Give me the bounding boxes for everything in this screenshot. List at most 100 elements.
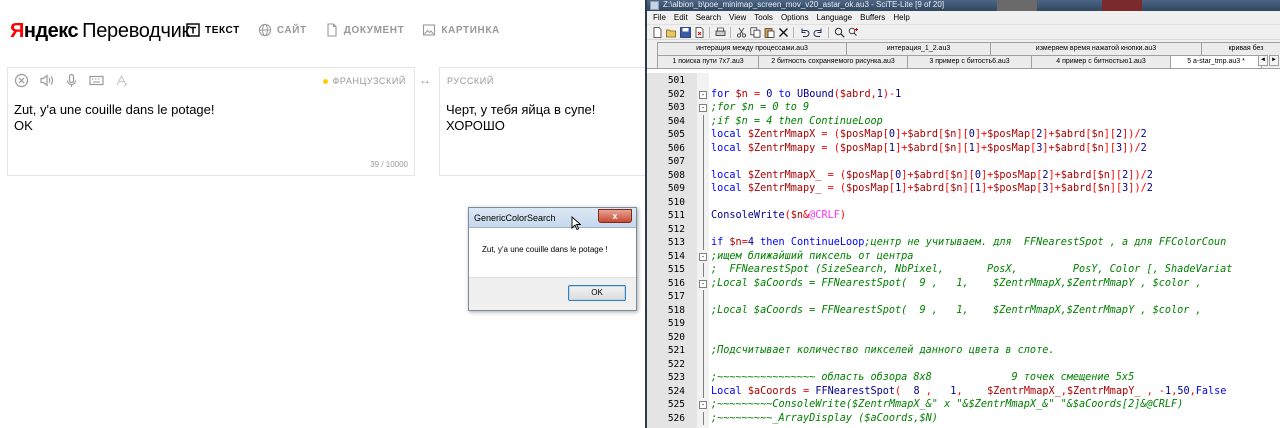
menu-edit[interactable]: Edit — [670, 11, 692, 24]
source-text-panel[interactable]: ФРАНЦУЗСКИЙ Zut, y'a une couille dans le… — [7, 67, 415, 176]
desktop: Яндекс Переводчик ТЕКСТ САЙТ ДОКУМЕНТ КА… — [0, 0, 1280, 428]
save-icon[interactable] — [679, 26, 691, 38]
code-line[interactable]: 510 — [647, 195, 1280, 209]
code-line[interactable]: 509 local $ZentrMmapy_ = ($posMap[1]+$abr… — [647, 182, 1280, 196]
tab-site[interactable]: САЙТ — [258, 23, 307, 37]
code-line[interactable]: 514 - ;ищем ближайший пиксель от центра — [647, 250, 1280, 264]
code-line[interactable]: 526 ;~~~~~~~~~_ArrayDisplay ($aCoords,$N) — [647, 411, 1280, 425]
menu-view[interactable]: View — [725, 11, 750, 24]
microphone-icon[interactable] — [64, 73, 79, 88]
open-folder-icon[interactable] — [665, 26, 677, 38]
delete-icon[interactable] — [777, 26, 789, 38]
ok-button[interactable]: OK — [568, 285, 626, 301]
fold-toggle-icon[interactable]: - — [699, 104, 707, 112]
dialog-titlebar[interactable]: GenericColorSearch x — [469, 208, 636, 228]
code-line[interactable]: 516 - ;Local $aCoords = FFNearestSpot( 9 ,… — [647, 277, 1280, 291]
tab-row-2: 1 поиска пути 7x7.au3 2 битность сохраня… — [657, 55, 1262, 68]
file-tab[interactable]: 3 пример с битость6.au3 — [907, 55, 1032, 68]
cut-icon[interactable] — [735, 26, 747, 38]
handwriting-icon[interactable] — [114, 73, 129, 88]
paste-icon[interactable] — [763, 26, 775, 38]
undo-icon[interactable] — [798, 26, 810, 38]
code-line[interactable]: 525 - ;~~~~~~~~~ConsoleWrite($ZentrMmapX_&… — [647, 398, 1280, 412]
code-line[interactable]: 504 ;if $n = 4 then ContinueLoop — [647, 114, 1280, 128]
menu-language[interactable]: Language — [813, 11, 857, 24]
code-line[interactable]: 519 — [647, 317, 1280, 331]
yandex-logo[interactable]: Яндекс Переводчик — [10, 20, 190, 44]
tab-document[interactable]: ДОКУМЕНТ — [325, 23, 405, 37]
find-icon[interactable] — [833, 26, 845, 38]
line-number: 518 — [667, 304, 685, 316]
code-line[interactable]: 508 local $ZentrMmapX_ = ($posMap[0]+$abr… — [647, 168, 1280, 182]
code-line[interactable]: 522 — [647, 357, 1280, 371]
code-line[interactable]: 512 — [647, 222, 1280, 236]
new-file-icon[interactable] — [651, 26, 663, 38]
fold-toggle-icon[interactable]: - — [699, 252, 707, 261]
source-text-input[interactable]: Zut, y'a une couille dans le potage! OK — [14, 102, 215, 134]
code-line[interactable]: 524 Local $aCoords = FFNearestSpot( 8 , 1… — [647, 384, 1280, 398]
code-line[interactable]: 506 local $ZentrMmapy = ($posMap[1]+$abrd… — [647, 141, 1280, 155]
code-line[interactable]: 503 - ;for $n = 0 to 9 — [647, 101, 1280, 115]
file-tab[interactable]: 4 пример с битностью1.au3 — [1031, 55, 1171, 68]
code-text: ; FFNearestSpot (SizeSearch, NbPixel, Po… — [711, 264, 1233, 275]
line-number: 523 — [667, 372, 685, 383]
code-editor[interactable]: 501 502- for $n = 0 to UBound($abrd,1)-1 50… — [647, 73, 1280, 428]
menu-options[interactable]: Options — [777, 11, 813, 24]
file-tab[interactable]: измеряем время нажатой кнопки.au3 — [990, 42, 1202, 55]
fold-guide-line — [703, 236, 704, 250]
code-line[interactable]: 513 if $n=4 then ContinueLoop;центр не уч… — [647, 236, 1280, 250]
code-line[interactable]: 521 ;Подсчитывает количество пикселей дан… — [647, 344, 1280, 358]
menu-help[interactable]: Help — [889, 11, 913, 24]
tab-scroll-right-button[interactable]: ► — [1269, 55, 1279, 66]
line-number: 522 — [667, 358, 685, 370]
menu-tools[interactable]: Tools — [750, 11, 777, 24]
swap-languages-button[interactable]: ↔ — [419, 73, 435, 87]
tab-scroll-buttons: ◄ ► — [1258, 55, 1279, 66]
tab-text[interactable]: ТЕКСТ — [186, 23, 240, 37]
line-number: 525 — [667, 399, 685, 410]
line-number: 512 — [667, 223, 685, 235]
redo-icon[interactable] — [812, 26, 824, 38]
code-line[interactable]: 505 local $ZentrMmapX = ($posMap[0]+$abrd… — [647, 128, 1280, 142]
file-tab[interactable]: интерация между процессами.au3 — [657, 42, 847, 55]
menu-buffers[interactable]: Buffers — [856, 11, 889, 24]
speaker-icon[interactable] — [39, 73, 54, 88]
code-line[interactable]: 502 - for $n = 0 to UBound($abrd,1)-1 — [647, 88, 1280, 102]
dialog-close-button[interactable]: x — [598, 209, 632, 223]
code-line[interactable]: 507 — [647, 155, 1280, 169]
fold-guide-line — [703, 141, 704, 155]
code-line[interactable]: 518 ;Local $aCoords = FFNearestSpot( 9 , … — [647, 303, 1280, 317]
fold-toggle-icon[interactable]: - — [699, 401, 707, 409]
clear-icon[interactable] — [14, 73, 29, 88]
fold-toggle-icon[interactable]: - — [699, 279, 707, 288]
code-line[interactable]: 523 ;~~~~~~~~~~~~~~~~ область обзора 8x8 … — [647, 371, 1280, 385]
toolbar-separator — [828, 26, 829, 38]
line-number: 501 — [667, 75, 685, 86]
code-line[interactable]: 511 ConsoleWrite($n&@CRLF) — [647, 209, 1280, 223]
tab-row-1: интерация между процессами.au3 интерация… — [657, 42, 1280, 55]
menu-search[interactable]: Search — [692, 11, 725, 24]
code-line[interactable]: 501 — [647, 74, 1280, 88]
scite-titlebar[interactable]: Z:\albion_b\poe_minimap_screen_mov_v20_a… — [647, 0, 1280, 11]
source-language-selector[interactable]: ФРАНЦУЗСКИЙ — [323, 76, 406, 86]
fold-toggle-icon[interactable]: - — [699, 90, 707, 99]
menu-file[interactable]: File — [649, 11, 670, 24]
code-line[interactable]: 515 ; FFNearestSpot (SizeSearch, NbPixel,… — [647, 263, 1280, 277]
keyboard-icon[interactable] — [89, 73, 104, 88]
print-icon[interactable] — [714, 26, 726, 38]
tab-image[interactable]: КАРТИНКА — [422, 23, 500, 37]
copy-icon[interactable] — [749, 26, 761, 38]
target-language-selector[interactable]: РУССКИЙ — [447, 76, 494, 86]
code-line[interactable]: 517 — [647, 290, 1280, 304]
file-tab-active[interactable]: 5 a-star_tmp.au3 * — [1170, 55, 1262, 68]
replace-icon[interactable] — [847, 26, 859, 38]
file-tab[interactable]: кривая без — [1201, 42, 1280, 55]
file-tab[interactable]: 1 поиска пути 7x7.au3 — [657, 55, 759, 68]
file-tab[interactable]: интерация_1_2.au3 — [846, 42, 991, 55]
document-icon — [325, 23, 339, 37]
file-tab[interactable]: 2 битность сохраняемого рисунка.au3 — [758, 55, 908, 68]
code-line[interactable]: 520 — [647, 330, 1280, 344]
close-file-icon[interactable] — [693, 26, 705, 38]
tab-scroll-left-button[interactable]: ◄ — [1258, 55, 1268, 66]
fold-guide-line — [703, 317, 704, 331]
